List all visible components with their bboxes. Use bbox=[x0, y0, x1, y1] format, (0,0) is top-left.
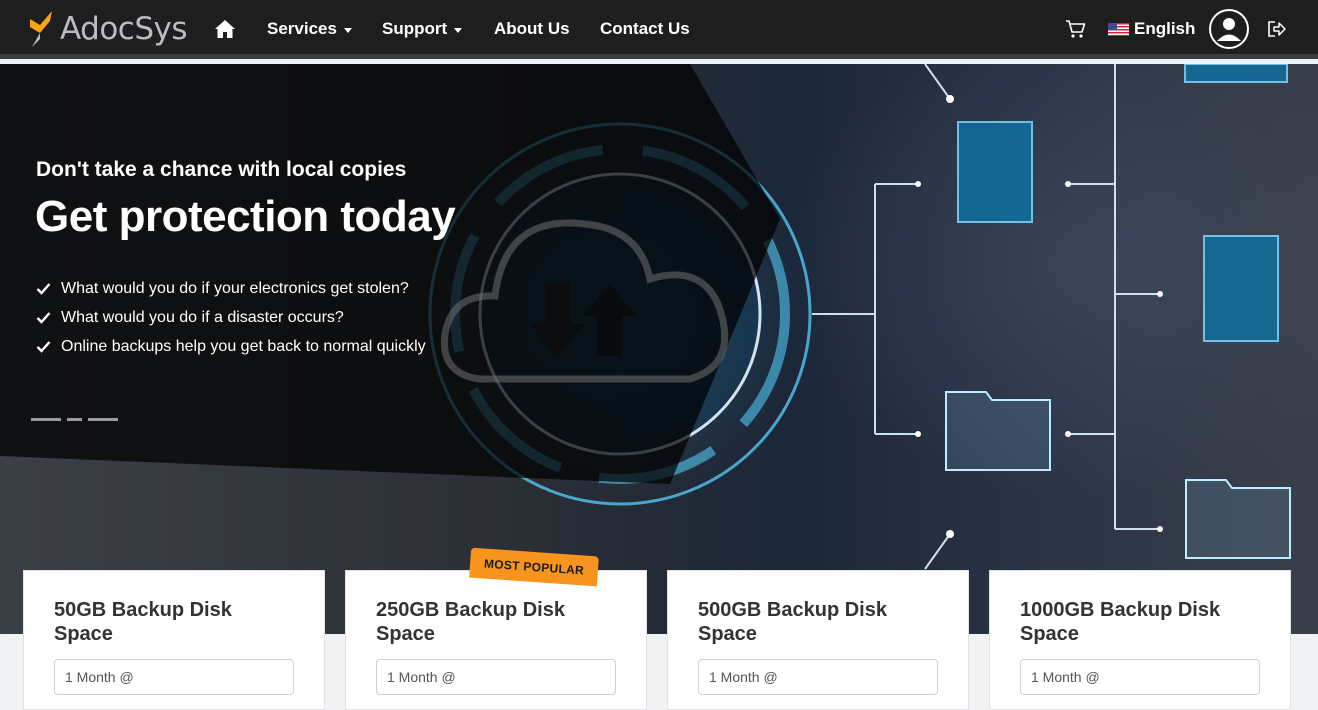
plan-card-250gb: 250GB Backup Disk Space 1 Month @ bbox=[345, 570, 647, 710]
nav-contact-label: Contact Us bbox=[600, 19, 690, 38]
plan-title: 50GB Backup Disk Space bbox=[54, 599, 232, 645]
carousel-dot-3[interactable] bbox=[88, 418, 118, 421]
language-selector[interactable]: English bbox=[1108, 19, 1195, 39]
nav-services[interactable]: Services bbox=[267, 19, 352, 39]
chevron-down-icon bbox=[454, 27, 463, 33]
user-icon bbox=[1217, 18, 1241, 41]
billing-period-select[interactable]: 1 Month @ bbox=[698, 659, 938, 695]
hero-title: Get protection today bbox=[35, 192, 456, 241]
plan-card-500gb: 500GB Backup Disk Space 1 Month @ bbox=[667, 570, 969, 710]
nav-support-label: Support bbox=[382, 19, 448, 38]
brand-name: AdocSys bbox=[60, 11, 188, 47]
hero-bullets: What would you do if your electronics ge… bbox=[36, 274, 426, 361]
chevron-down-icon bbox=[343, 27, 352, 33]
language-label: English bbox=[1134, 19, 1196, 38]
logo-mark-icon bbox=[30, 11, 52, 47]
bullet-text: What would you do if a disaster occurs? bbox=[61, 308, 344, 326]
nav-contact[interactable]: Contact Us bbox=[600, 19, 690, 39]
nav-support[interactable]: Support bbox=[382, 19, 463, 39]
list-item: What would you do if your electronics ge… bbox=[36, 274, 426, 303]
nav-services-label: Services bbox=[267, 19, 337, 38]
plan-card-1000gb: 1000GB Backup Disk Space 1 Month @ bbox=[989, 570, 1291, 710]
nav-about-label: About Us bbox=[494, 19, 570, 38]
plan-card-50gb: 50GB Backup Disk Space 1 Month @ bbox=[23, 570, 325, 710]
cart-icon[interactable] bbox=[1065, 18, 1087, 40]
hero-subtitle: Don't take a chance with local copies bbox=[36, 158, 407, 181]
billing-period-select[interactable]: 1 Month @ bbox=[1020, 659, 1260, 695]
plan-title: 500GB Backup Disk Space bbox=[698, 599, 887, 645]
billing-period-select[interactable]: 1 Month @ bbox=[54, 659, 294, 695]
check-icon bbox=[36, 283, 51, 295]
home-icon[interactable] bbox=[214, 18, 236, 40]
check-icon bbox=[36, 341, 51, 353]
check-icon bbox=[36, 312, 51, 324]
user-avatar[interactable] bbox=[1209, 9, 1249, 49]
top-navbar: AdocSys Services Support About Us Contac… bbox=[0, 0, 1318, 59]
hero-banner: Don't take a chance with local copies Ge… bbox=[0, 64, 1318, 634]
logout-icon[interactable] bbox=[1267, 20, 1287, 38]
list-item: What would you do if a disaster occurs? bbox=[36, 303, 426, 332]
plan-title: 1000GB Backup Disk Space bbox=[1020, 599, 1221, 645]
brand-logo[interactable]: AdocSys bbox=[28, 10, 188, 48]
plan-title: 250GB Backup Disk Space bbox=[376, 599, 565, 645]
bullet-text: What would you do if your electronics ge… bbox=[61, 279, 409, 297]
billing-period-select[interactable]: 1 Month @ bbox=[376, 659, 616, 695]
nav-about[interactable]: About Us bbox=[494, 19, 570, 39]
carousel-indicators bbox=[31, 418, 118, 421]
bullet-text: Online backups help you get back to norm… bbox=[61, 337, 426, 355]
us-flag-icon bbox=[1108, 22, 1129, 36]
list-item: Online backups help you get back to norm… bbox=[36, 332, 426, 361]
carousel-dot-2[interactable] bbox=[67, 418, 82, 421]
carousel-dot-1[interactable] bbox=[31, 418, 61, 421]
